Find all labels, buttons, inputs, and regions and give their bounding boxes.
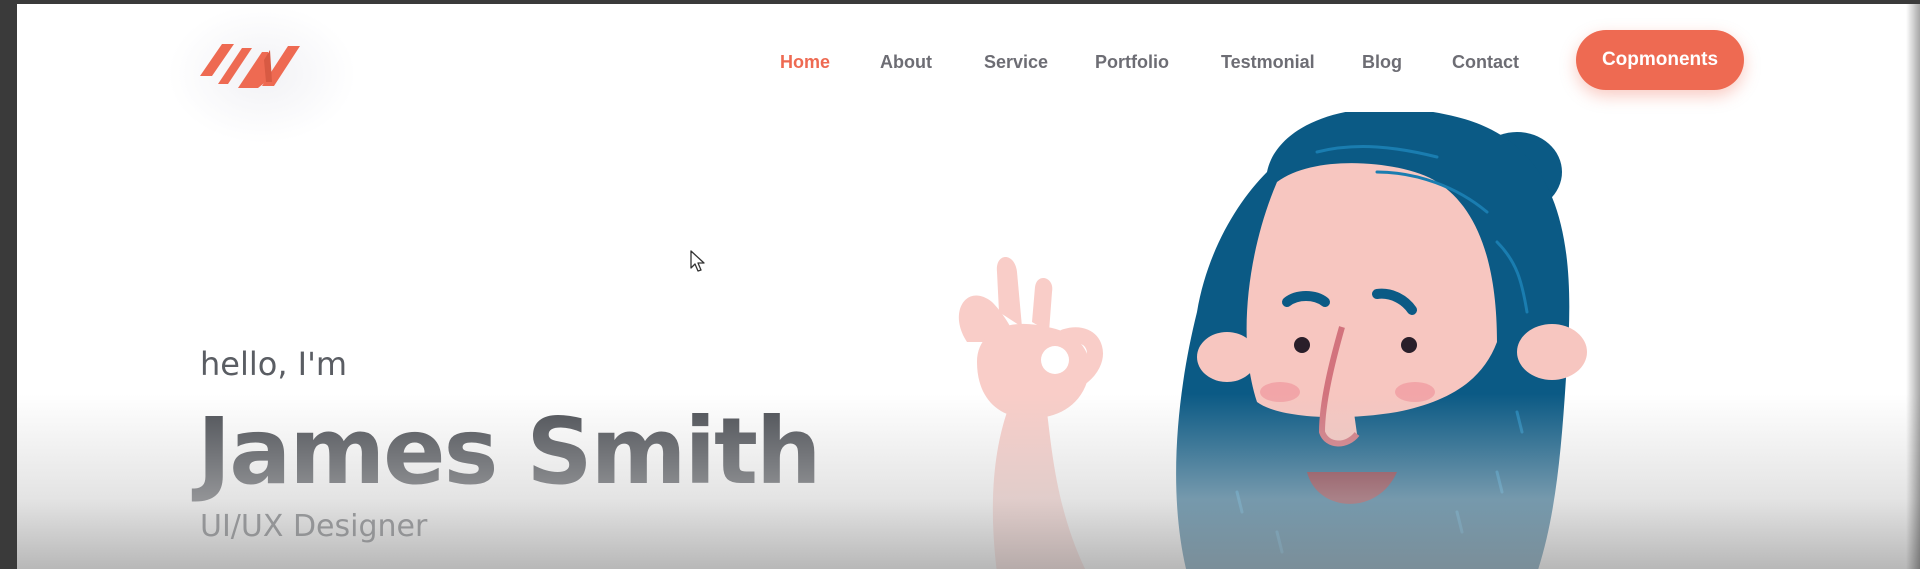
hand-illustration (958, 257, 1103, 569)
nav-item-service[interactable]: Service (984, 52, 1048, 73)
cursor-icon (690, 250, 705, 272)
nav-item-portfolio[interactable]: Portfolio (1095, 52, 1169, 73)
hero-name: James Smith (197, 398, 821, 505)
viewport-edge-shadow (1906, 4, 1920, 569)
hero-illustration (958, 112, 1587, 569)
components-button[interactable]: Copmonents (1576, 30, 1744, 90)
character-head-illustration (1176, 112, 1587, 569)
browser-viewport: Home About Service Portfolio Testmonial … (17, 4, 1920, 569)
hero-greeting: hello, I'm (200, 345, 348, 383)
brand-logo-icon[interactable] (200, 36, 306, 92)
nav-item-testmonial[interactable]: Testmonial (1221, 52, 1315, 73)
nav-item-home[interactable]: Home (780, 52, 830, 73)
nav-item-blog[interactable]: Blog (1362, 52, 1402, 73)
nav-item-about[interactable]: About (880, 52, 932, 73)
hero-role: UI/UX Designer (200, 509, 428, 544)
nav-item-contact[interactable]: Contact (1452, 52, 1519, 73)
